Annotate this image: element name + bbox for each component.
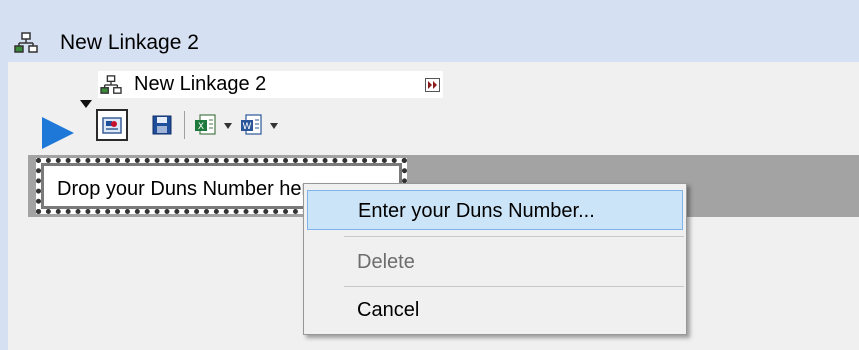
search-attribute-button[interactable] xyxy=(96,109,128,141)
toolbar: X W xyxy=(96,107,296,145)
menu-item-delete[interactable]: Delete xyxy=(307,242,683,282)
save-button[interactable] xyxy=(146,109,178,141)
export-word-icon: W xyxy=(241,114,262,135)
menu-item-label: Enter your Duns Number... xyxy=(358,200,595,222)
toolbar-separator xyxy=(184,111,185,139)
menu-item-enter-duns[interactable]: Enter your Duns Number... xyxy=(307,190,683,230)
search-attribute-icon xyxy=(102,117,122,134)
save-disk-icon xyxy=(152,115,172,135)
menu-separator xyxy=(344,286,684,287)
linkage-name-field[interactable]: New Linkage 2 xyxy=(98,71,443,98)
menu-separator xyxy=(344,236,684,237)
expand-double-arrow-icon xyxy=(428,81,437,89)
title-bar: New Linkage 2 xyxy=(0,0,859,62)
svg-text:X: X xyxy=(198,122,204,132)
excel-dropdown-arrow-icon[interactable] xyxy=(224,123,232,129)
word-dropdown-arrow-icon[interactable] xyxy=(270,123,278,129)
linkage-tree-icon xyxy=(14,32,38,53)
svg-text:W: W xyxy=(243,122,252,132)
linkage-tree-icon xyxy=(100,75,122,94)
menu-item-label: Delete xyxy=(357,251,415,273)
linkage-name: New Linkage 2 xyxy=(134,73,267,95)
drop-zone-text: Drop your Duns Number here... xyxy=(57,178,337,200)
play-icon[interactable] xyxy=(40,116,76,150)
left-border xyxy=(0,62,8,350)
play-dropdown-arrow-icon[interactable] xyxy=(80,100,92,108)
menu-item-label: Cancel xyxy=(357,299,420,321)
menu-item-cancel[interactable]: Cancel xyxy=(307,290,683,330)
expand-button[interactable] xyxy=(425,78,440,92)
export-word-button[interactable]: W xyxy=(236,109,268,141)
window-title: New Linkage 2 xyxy=(60,31,199,54)
context-menu: Enter your Duns Number... Delete Cancel xyxy=(303,183,687,335)
export-excel-icon: X xyxy=(195,114,216,135)
export-excel-button[interactable]: X xyxy=(190,109,222,141)
